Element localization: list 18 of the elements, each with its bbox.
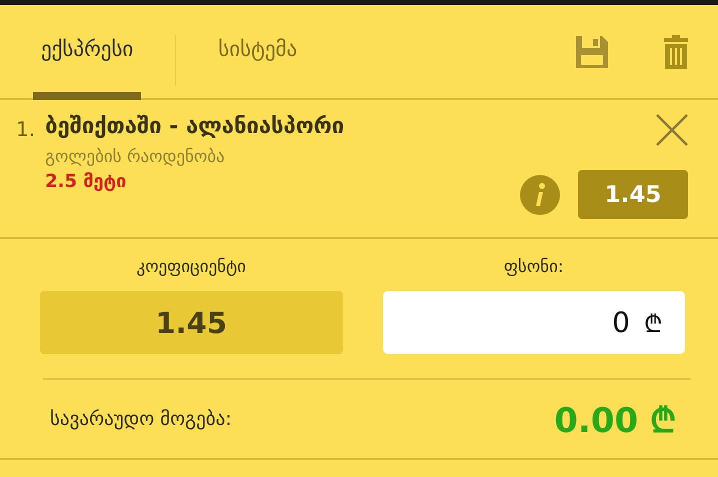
odds-label: კოეფიციენტი bbox=[136, 257, 247, 277]
total-odds: 1.45 bbox=[40, 291, 342, 354]
info-icon[interactable] bbox=[520, 174, 560, 214]
currency-sign: ₾ bbox=[644, 309, 663, 339]
market-name: გოლების რაოდენობა bbox=[45, 147, 226, 167]
stake-input[interactable]: 0 bbox=[398, 306, 630, 339]
close-icon[interactable] bbox=[656, 114, 688, 146]
trash-icon[interactable] bbox=[664, 34, 688, 68]
bet-number: 1. bbox=[16, 116, 36, 143]
bet-selection: 2.5 მეტი bbox=[45, 171, 128, 192]
tab[interactable]: სისტემა bbox=[210, 5, 306, 100]
match-title: ბეშიქთაში - ალანიასპორი bbox=[45, 114, 346, 139]
potential-win-label: სავარაუდო მოგება: bbox=[50, 408, 232, 430]
save-icon[interactable] bbox=[576, 36, 608, 68]
stake-label: ფსონი: bbox=[502, 257, 565, 277]
tab[interactable]: ექსპრესი bbox=[33, 5, 142, 100]
potential-win-amount: 0.00 ₾ bbox=[554, 400, 676, 442]
stake-field[interactable]: 0 ₾ bbox=[382, 291, 685, 354]
